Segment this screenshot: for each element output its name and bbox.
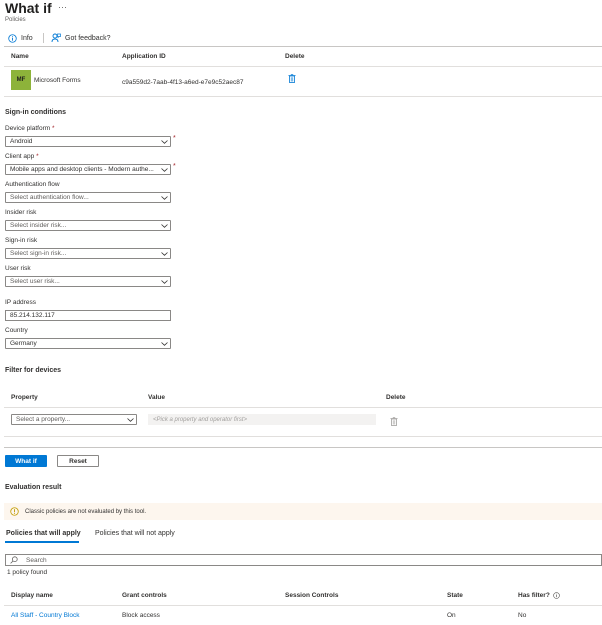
column-header-name: Name [11,53,29,60]
auth-flow-placeholder: Select authentication flow... [10,194,89,201]
column-header-has-filter: Has filter? [518,592,560,599]
app-avatar: MF [11,70,31,90]
feedback-label: Got feedback? [65,34,111,42]
country-value: Germany [10,340,37,347]
ip-address-label: IP address [5,299,36,306]
column-header-delete: Delete [386,394,406,401]
column-header-value: Value [148,394,165,401]
auth-flow-label: Authentication flow [5,181,60,188]
banner-text: Classic policies are not evaluated by th… [25,508,147,515]
breadcrumb[interactable]: Policies [5,17,26,23]
grant-controls-value: Block access [122,612,160,619]
required-indicator: * [173,163,176,170]
search-placeholder: Search [26,556,47,564]
more-options-button[interactable]: ··· [58,2,67,12]
sign-in-risk-label: Sign-in risk [5,237,38,244]
country-dropdown[interactable]: Germany [5,338,171,349]
chevron-down-icon [158,137,170,146]
table-header-divider [4,66,602,67]
tab-policies-will-not-apply[interactable]: Policies that will not apply [95,530,175,537]
country-label: Country [5,327,28,334]
chevron-down-icon [158,277,170,286]
column-header-property: Property [11,394,38,401]
user-risk-label: User risk [5,265,31,272]
app-id: c9a559d2-7aab-4f13-a6ed-e7e9c52aec87 [122,79,244,86]
user-risk-dropdown[interactable]: Select user risk... [5,276,171,287]
auth-flow-dropdown[interactable]: Select authentication flow... [5,192,171,203]
client-app-label: Client app * [5,153,39,160]
section-divider [4,447,602,448]
device-platform-label: Device platform * [5,125,55,132]
feedback-icon [51,33,61,43]
warning-banner: Classic policies are not evaluated by th… [4,503,602,520]
chevron-down-icon [158,221,170,230]
info-button[interactable]: Info [8,31,33,45]
delete-icon[interactable] [288,74,296,83]
chevron-down-icon [124,415,136,424]
column-header-application-id: Application ID [122,53,166,60]
delete-icon [390,417,398,426]
what-if-button[interactable]: What if [5,455,47,467]
reset-button[interactable]: Reset [57,455,99,467]
client-app-dropdown[interactable]: Mobile apps and desktop clients - Modern… [5,164,171,175]
tab-policies-will-apply[interactable]: Policies that will apply [6,530,81,537]
insider-risk-dropdown[interactable]: Select insider risk... [5,220,171,231]
command-bar: Info Got feedback? [0,31,602,45]
ip-address-input[interactable]: 85.214.132.117 [5,310,171,321]
results-header-divider [4,605,602,606]
feedback-button[interactable]: Got feedback? [51,31,111,45]
device-platform-value: Android [10,138,33,145]
sign-in-conditions-heading: Sign-in conditions [5,109,67,116]
insider-risk-label: Insider risk [5,209,37,216]
active-tab-indicator [5,541,79,543]
device-platform-dropdown[interactable]: Android [5,136,171,147]
property-placeholder: Select a property... [16,416,71,423]
header-divider [4,46,602,47]
user-risk-placeholder: Select user risk... [10,278,60,285]
required-indicator: * [173,135,176,142]
state-value: On [447,612,456,619]
column-header-grant-controls: Grant controls [122,592,167,599]
app-name: Microsoft Forms [34,77,81,84]
sign-in-risk-placeholder: Select sign-in risk... [10,250,67,257]
warning-icon [10,507,19,516]
chevron-down-icon [158,193,170,202]
client-app-value: Mobile apps and desktop clients - Modern… [10,166,154,173]
chevron-down-icon [158,339,170,348]
table-row-divider [4,96,602,97]
column-header-display-name: Display name [11,592,53,599]
search-box[interactable]: Search [5,554,602,566]
filter-header-divider [4,407,602,408]
filter-devices-heading: Filter for devices [5,367,62,374]
policy-name-link[interactable]: All Staff - Country Block [11,612,80,619]
property-dropdown[interactable]: Select a property... [11,414,137,425]
has-filter-value: No [518,612,527,619]
evaluation-heading: Evaluation result [5,484,62,491]
column-header-state: State [447,592,463,599]
value-input: <Pick a property and operator first> [148,414,376,425]
column-header-delete: Delete [285,53,305,60]
column-header-session-controls: Session Controls [285,592,339,599]
page-title: What if [5,0,52,16]
info-icon[interactable] [553,592,560,599]
chevron-down-icon [158,165,170,174]
command-separator [43,33,44,43]
insider-risk-placeholder: Select insider risk... [10,222,67,229]
chevron-down-icon [158,249,170,258]
info-icon [8,33,17,43]
policy-count: 1 policy found [7,569,48,576]
search-icon [10,556,18,564]
sign-in-risk-dropdown[interactable]: Select sign-in risk... [5,248,171,259]
info-label: Info [21,34,33,42]
filter-row-divider [4,436,602,437]
